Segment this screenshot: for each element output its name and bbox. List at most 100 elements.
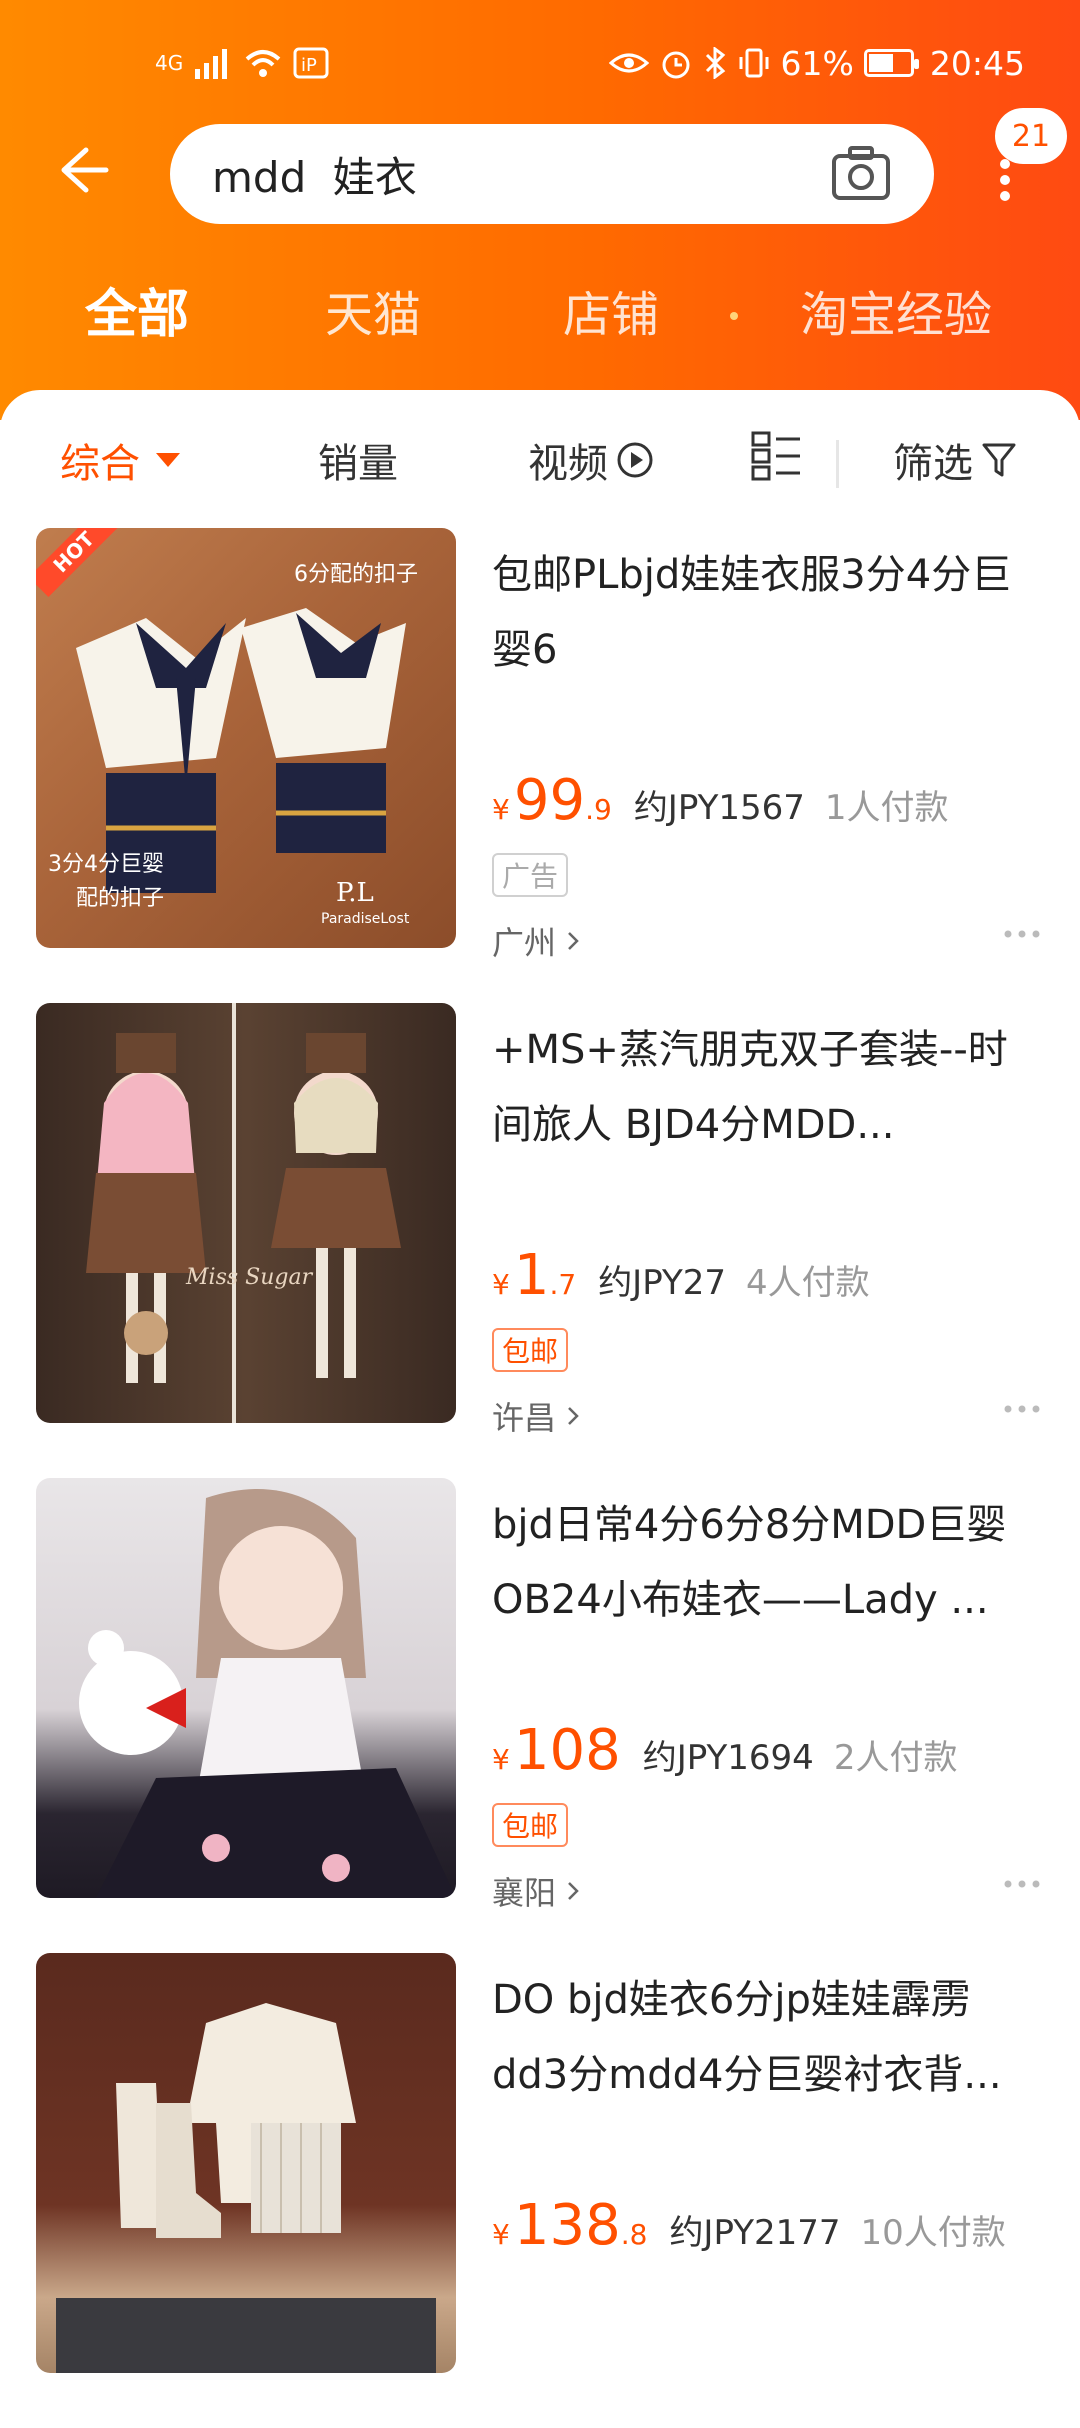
yen-symbol: ¥	[492, 1268, 510, 1301]
price-integer: 138	[513, 2193, 621, 2258]
status-bar-right: 61% 20:45	[608, 36, 1025, 90]
thumb-caption: 配的扣子	[76, 886, 165, 911]
yen-symbol: ¥	[492, 1743, 510, 1776]
location-label: 襄阳	[492, 1874, 557, 1912]
location-label: 广州	[492, 924, 557, 962]
filter-button[interactable]: 筛选	[893, 431, 1017, 489]
tab-shops[interactable]: 店铺	[563, 280, 659, 350]
thumb-brand-sub: ParadiseLost	[321, 911, 410, 927]
product-thumbnail[interactable]	[36, 1478, 456, 1898]
price-integer: 108	[513, 1718, 621, 1783]
chevron-right-icon	[568, 1407, 579, 1425]
battery-percent: 61%	[780, 43, 854, 83]
sort-comprehensive[interactable]: 综合	[60, 431, 180, 489]
free-shipping-tag: 包邮	[492, 1328, 569, 1372]
sold-count: 10人付款	[860, 2213, 1006, 2253]
sort-comprehensive-label: 综合	[60, 441, 140, 487]
product-thumbnail[interactable]: Miss Sugar	[36, 1003, 456, 1423]
wifi-icon	[245, 50, 281, 77]
list-view-icon[interactable]	[750, 430, 802, 482]
sold-count: 1人付款	[824, 788, 949, 828]
free-shipping-tag: 包邮	[492, 1803, 569, 1847]
battery-icon	[863, 49, 919, 77]
alarm-icon	[662, 51, 690, 79]
status-bar-left: 4G iP	[155, 36, 329, 90]
eye-icon	[608, 53, 649, 73]
thumb-watermark: Miss Sugar	[186, 1265, 313, 1290]
doll-illustration	[79, 1489, 456, 1898]
price-line: ¥ 138 .8 约JPY2177 10人付款	[492, 2193, 1006, 2263]
sold-count: 2人付款	[833, 1738, 958, 1778]
product-title[interactable]: DO bjd娃衣6分jp娃娃霹雳dd3分mdd4分巨婴衬衣背...	[492, 1963, 1012, 2113]
category-tabs: 全部 天猫 店铺 淘宝经验	[0, 280, 1080, 350]
sort-video-label: 视频	[528, 441, 608, 487]
price-jpy: 约JPY1567	[633, 788, 805, 828]
yen-symbol: ¥	[492, 793, 510, 826]
chevron-right-icon	[568, 932, 579, 950]
search-header: 4G iP 61% 20:45 mdd 娃衣 21 全部 天猫 店铺 淘宝经验	[0, 0, 1080, 420]
hd-icon: iP	[293, 47, 329, 79]
more-dots-icon[interactable]	[1002, 928, 1042, 940]
price-decimal: .7	[549, 1268, 577, 1301]
price-jpy: 约JPY27	[598, 1263, 727, 1303]
product-card[interactable]: Miss Sugar +MS+蒸汽朋克双子套装--时间旅人 BJD4分MDD..…	[0, 1003, 1080, 1478]
tab-separator-dot	[730, 312, 738, 320]
price-decimal: .9	[585, 793, 612, 826]
thumb-caption: 3分4分巨婴	[48, 852, 164, 877]
camera-icon[interactable]	[830, 144, 892, 202]
price-jpy: 约JPY1694	[642, 1738, 814, 1778]
play-icon	[617, 442, 653, 478]
clock: 20:45	[929, 43, 1025, 83]
vibrate-icon	[739, 48, 769, 78]
search-input[interactable]: mdd 娃衣	[170, 124, 934, 224]
back-arrow-icon[interactable]	[50, 140, 110, 200]
price-jpy: 约JPY2177	[669, 2213, 841, 2253]
doll-illustration	[86, 1003, 401, 1423]
tab-all[interactable]: 全部	[85, 280, 189, 350]
product-title[interactable]: +MS+蒸汽朋克双子套装--时间旅人 BJD4分MDD...	[492, 1013, 1012, 1163]
price-integer: 1	[513, 1243, 550, 1308]
ad-tag: 广告	[492, 853, 569, 897]
sort-sales[interactable]: 销量	[318, 431, 398, 489]
svg-text:iP: iP	[301, 55, 317, 76]
shop-location[interactable]: 许昌	[492, 1393, 580, 1439]
price-line: ¥ 108 约JPY1694 2人付款	[492, 1718, 957, 1788]
sort-video[interactable]: 视频	[528, 431, 654, 489]
message-badge: 21	[995, 108, 1067, 164]
more-dots-icon[interactable]	[1002, 1878, 1042, 1890]
location-label: 许昌	[492, 1399, 557, 1437]
product-thumbnail[interactable]	[36, 1953, 456, 2373]
price-decimal: .8	[620, 2218, 648, 2251]
sold-count: 4人付款	[746, 1263, 870, 1303]
signal-label: 4G	[155, 51, 184, 75]
product-card[interactable]: HOT 6分配的扣子 3分4分巨婴 配的扣子 P.L ParadiseLost …	[0, 528, 1080, 1003]
tab-tmall[interactable]: 天猫	[325, 280, 421, 350]
product-title[interactable]: bjd日常4分6分8分MDD巨婴OB24小布娃衣——Lady ...	[492, 1488, 1012, 1638]
product-title[interactable]: 包邮PLbjd娃娃衣服3分4分巨婴6	[492, 538, 1012, 688]
results-panel: 综合 销量 视频 筛选 HOT 6分配的扣子 3分4分巨婴 配的扣子 P.L P…	[0, 390, 1080, 2373]
price-line: ¥ 1 .7 约JPY27 4人付款	[492, 1243, 870, 1313]
shop-location[interactable]: 广州	[492, 918, 580, 964]
thumb-brand: P.L	[336, 878, 374, 908]
shop-location[interactable]: 襄阳	[492, 1868, 580, 1914]
sort-divider	[836, 440, 839, 488]
product-card[interactable]: bjd日常4分6分8分MDD巨婴OB24小布娃衣——Lady ... ¥ 108…	[0, 1478, 1080, 1953]
yen-symbol: ¥	[492, 2218, 510, 2251]
chevron-right-icon	[568, 1882, 579, 1900]
caret-down-icon	[156, 453, 180, 467]
filter-label: 筛选	[893, 441, 973, 487]
product-thumbnail[interactable]: HOT 6分配的扣子 3分4分巨婴 配的扣子 P.L ParadiseLost	[36, 528, 456, 948]
price-integer: 99	[513, 768, 586, 833]
signal-icon	[195, 49, 228, 79]
search-query: mdd 娃衣	[212, 152, 417, 202]
sort-bar: 综合 销量 视频 筛选	[0, 410, 1080, 510]
more-dots-icon[interactable]	[1002, 1403, 1042, 1415]
thumb-caption: 6分配的扣子	[294, 562, 418, 587]
sort-sales-label: 销量	[318, 441, 398, 487]
filter-icon	[982, 443, 1016, 477]
tab-experience[interactable]: 淘宝经验	[800, 280, 992, 350]
price-line: ¥ 99 .9 约JPY1567 1人付款	[492, 768, 949, 838]
clothing-illustration	[56, 2003, 436, 2373]
bluetooth-icon	[705, 47, 725, 79]
product-card[interactable]: DO bjd娃衣6分jp娃娃霹雳dd3分mdd4分巨婴衬衣背... ¥ 138 …	[0, 1953, 1080, 2428]
